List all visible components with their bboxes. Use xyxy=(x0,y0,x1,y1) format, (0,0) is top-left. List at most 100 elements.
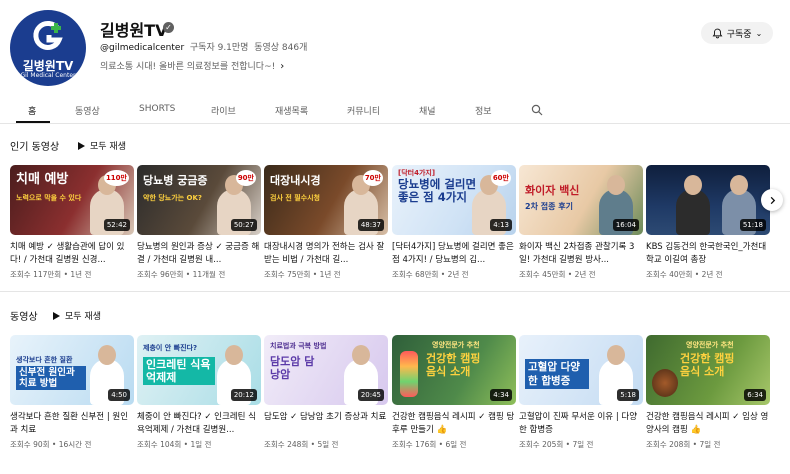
video-title[interactable]: [닥터4가지] 당뇨병에 걸리면 좋은 점 4가지! / 당뇨병의 김... xyxy=(392,241,516,266)
video-meta: 조회수 90회 • 16시간 전 xyxy=(10,440,92,449)
video-duration: 20:45 xyxy=(357,389,384,401)
video-thumbnail[interactable]: 영양전문가 추천 건강한 캠핑음식 소개 6:34 xyxy=(646,335,770,405)
tab-channels[interactable]: 채널 xyxy=(419,104,436,117)
tab-playlists[interactable]: 재생목록 xyxy=(275,104,308,117)
video-duration: 4:13 xyxy=(490,219,512,231)
video-card[interactable]: 당뇨병 궁금증 약한 당뇨가는 OK? 90만 50:27 당뇨병의 원인과 증… xyxy=(137,165,261,280)
video-thumbnail[interactable]: 51:18 xyxy=(646,165,770,235)
section-divider xyxy=(0,291,790,292)
video-card[interactable]: 화이자 백신 2차 접종 후기 16:04 화이자 백신 2차접종 관찰기록 3… xyxy=(519,165,643,280)
thumbnail-caption: 당뇨병에 걸리면 좋은 점 4가지 xyxy=(398,177,477,204)
video-duration: 51:18 xyxy=(739,219,766,231)
view-badge: 110만 xyxy=(103,170,129,186)
shelf-next-button[interactable] xyxy=(761,189,783,211)
video-title[interactable]: 건강한 캠핑음식 레시피 ✓ 임상 영양사의 캠핑 👍 xyxy=(646,411,770,436)
thumbnail-caption: 신부전 원인과 치료 방법 xyxy=(16,366,86,390)
thumbnail-caption: 건강한 캠핑음식 소개 xyxy=(426,352,481,378)
video-card[interactable]: 51:18 KBS 김동건의 한국한국인_가천대학교 이길여 총장 조회수 40… xyxy=(646,165,770,280)
play-icon xyxy=(78,141,85,150)
channel-tabs: 홈 동영상 SHORTS 라이브 재생목록 커뮤니티 채널 정보 xyxy=(0,96,790,124)
tab-videos[interactable]: 동영상 xyxy=(75,104,100,117)
subscriber-count: 구독자 9.1만명 xyxy=(189,43,249,53)
video-card[interactable]: 고혈압 다양한 합병증 5:18 고혈압이 진짜 무서운 이유 | 다양한 합병… xyxy=(519,335,643,450)
video-thumbnail[interactable]: 치료법과 극복 방법 담도암 담낭암 20:45 xyxy=(264,335,388,405)
description-text: 의료소통 시대! 올바른 의료정보를 전합니다~! xyxy=(100,62,276,72)
video-duration: 20:12 xyxy=(230,389,257,401)
video-meta: 조회수 208회 • 7일 전 xyxy=(646,440,721,449)
uploads-play-all-button[interactable]: 모두 재생 xyxy=(53,309,101,322)
thumbnail-caption: 고혈압 다양한 합병증 xyxy=(525,359,589,389)
avatar-subtitle: Gil Medical Center xyxy=(20,72,76,79)
video-thumbnail[interactable]: 치매 예방 노력으로 막을 수 있다 110만 52:42 xyxy=(10,165,134,235)
video-meta: 조회수 96만회 • 11개월 전 xyxy=(137,270,226,279)
video-thumbnail[interactable]: [닥터4가지] 당뇨병에 걸리면 좋은 점 4가지 60만 4:13 xyxy=(392,165,516,235)
video-title[interactable]: 건강한 캠핑음식 레시피 ✓ 캠핑 탕후루 만들기 👍 xyxy=(392,411,516,436)
thumbnail-caption: 건강한 캠핑음식 소개 xyxy=(680,352,735,378)
play-icon xyxy=(53,311,60,320)
thumbnail-subcaption: 검사 전 필수시청 xyxy=(270,194,320,202)
tab-home[interactable]: 홈 xyxy=(28,104,36,117)
active-tab-indicator xyxy=(16,121,50,123)
video-thumbnail[interactable]: 생각보다 흔한 질환 신부전 원인과 치료 방법 4:50 xyxy=(10,335,134,405)
video-card[interactable]: 치매 예방 노력으로 막을 수 있다 110만 52:42 치매 예방 ✓ 생활… xyxy=(10,165,134,280)
video-title[interactable]: 생각보다 흔한 질환 신부전 | 원인과 치료 xyxy=(10,411,134,436)
thumbnail-subcaption: 제충이 안 빠진다? xyxy=(143,344,198,352)
video-duration: 50:27 xyxy=(230,219,257,231)
play-all-label: 모두 재생 xyxy=(90,142,126,152)
tab-live[interactable]: 라이브 xyxy=(211,104,236,117)
video-thumbnail[interactable]: 고혈압 다양한 합병증 5:18 xyxy=(519,335,643,405)
video-card[interactable]: 영양전문가 추천 건강한 캠핑음식 소개 6:34 건강한 캠핑음식 레시피 ✓… xyxy=(646,335,770,450)
channel-description[interactable]: 의료소통 시대! 올바른 의료정보를 전합니다~! › xyxy=(100,59,284,72)
video-thumbnail[interactable]: 대장내시경 검사 전 필수시청 70만 48:37 xyxy=(264,165,388,235)
channel-handle: @gilmedicalcenter xyxy=(100,43,185,53)
video-meta: 조회수 117만회 • 1년 전 xyxy=(10,270,92,279)
video-title[interactable]: 화이자 백신 2차접종 관찰기록 3일! 가천대 길병원 방사... xyxy=(519,241,643,266)
view-badge: 70만 xyxy=(362,170,383,186)
video-card[interactable]: 대장내시경 검사 전 필수시청 70만 48:37 대장내시경 명의가 전하는 … xyxy=(264,165,388,280)
video-thumbnail[interactable]: 당뇨병 궁금증 약한 당뇨가는 OK? 90만 50:27 xyxy=(137,165,261,235)
video-title[interactable]: 고혈압이 진짜 무서운 이유 | 다양한 합병증 xyxy=(519,411,643,436)
channel-name: 길병원TV xyxy=(100,21,168,40)
tab-shorts[interactable]: SHORTS xyxy=(139,104,175,114)
video-title[interactable]: 담도암 ✓ 담낭암 초기 증상과 치료 xyxy=(264,411,388,436)
chevron-right-icon: › xyxy=(280,61,285,72)
video-duration: 5:18 xyxy=(617,389,639,401)
video-title[interactable]: KBS 김동건의 한국한국인_가천대학교 이길여 총장 xyxy=(646,241,770,266)
subscribe-label: 구독중 xyxy=(726,29,752,40)
search-icon[interactable] xyxy=(531,104,543,116)
thumbnail-caption: 인크레틴 식욕억제제 xyxy=(143,357,215,385)
thumbnail-caption: 치매 예방 xyxy=(16,172,69,187)
tab-about[interactable]: 정보 xyxy=(475,104,492,117)
video-card[interactable]: 치료법과 극복 방법 담도암 담낭암 20:45 담도암 ✓ 담낭암 초기 증상… xyxy=(264,335,388,450)
video-duration: 48:37 xyxy=(357,219,384,231)
channel-meta: @gilmedicalcenter 구독자 9.1만명 동영상 846개 xyxy=(100,40,307,53)
thumbnail-caption: 대장내시경 xyxy=(270,174,321,187)
tab-community[interactable]: 커뮤니티 xyxy=(347,104,380,117)
video-title[interactable]: 체중이 안 빠진다? ✓ 인크레틴 식욕억제제 / 가천대 길병원... xyxy=(137,411,261,436)
thumbnail-subcaption: 영양전문가 추천 xyxy=(432,341,480,349)
subscribe-button[interactable]: 구독중 ⌄ xyxy=(701,22,773,44)
video-count: 동영상 846개 xyxy=(254,43,308,53)
video-meta: 조회수 40만회 • 2년 전 xyxy=(646,270,723,279)
video-title[interactable]: 당뇨병의 원인과 증상 ✓ 궁금증 해결 / 가천대 길병원 내... xyxy=(137,241,261,266)
popular-play-all-button[interactable]: 모두 재생 xyxy=(78,139,126,152)
video-meta: 조회수 75만회 • 1년 전 xyxy=(264,270,341,279)
bell-icon xyxy=(712,28,723,38)
video-thumbnail[interactable]: 영양전문가 추천 건강한 캠핑음식 소개 4:34 xyxy=(392,335,516,405)
video-card[interactable]: 영양전문가 추천 건강한 캠핑음식 소개 4:34 건강한 캠핑음식 레시피 ✓… xyxy=(392,335,516,450)
popular-section-title: 인기 동영상 xyxy=(10,142,60,153)
video-title[interactable]: 치매 예방 ✓ 생활습관에 답이 있다! / 가천대 길병원 신경... xyxy=(10,241,134,266)
video-thumbnail[interactable]: 제충이 안 빠진다? 인크레틴 식욕억제제 20:12 xyxy=(137,335,261,405)
channel-avatar[interactable]: 길병원TV Gil Medical Center xyxy=(10,10,86,86)
video-title[interactable]: 대장내시경 명의가 전하는 검사 잘 받는 비법 / 가천대 길... xyxy=(264,241,388,266)
video-card[interactable]: 제충이 안 빠진다? 인크레틴 식욕억제제 20:12 체중이 안 빠진다? ✓… xyxy=(137,335,261,450)
thumbnail-caption: 담도암 담낭암 xyxy=(270,355,315,381)
play-all-label: 모두 재생 xyxy=(65,312,101,322)
video-card[interactable]: 생각보다 흔한 질환 신부전 원인과 치료 방법 4:50 생각보다 흔한 질환… xyxy=(10,335,134,450)
video-thumbnail[interactable]: 화이자 백신 2차 접종 후기 16:04 xyxy=(519,165,643,235)
thumbnail-caption: 화이자 백신 xyxy=(525,184,580,197)
video-card[interactable]: [닥터4가지] 당뇨병에 걸리면 좋은 점 4가지 60만 4:13 [닥터4가… xyxy=(392,165,516,280)
uploads-section-title: 동영상 xyxy=(10,312,38,323)
grill-photo xyxy=(652,369,678,397)
video-duration: 4:34 xyxy=(490,389,512,401)
